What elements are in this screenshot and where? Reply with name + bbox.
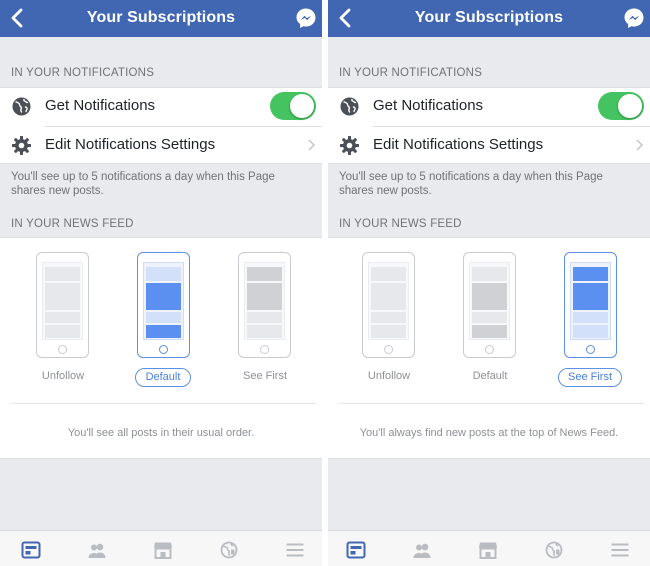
news-feed-description: You'll always find new posts at the top … bbox=[359, 427, 619, 439]
unfollow-label: Unfollow bbox=[41, 370, 85, 382]
bottom-tab-bar bbox=[328, 530, 650, 566]
notifications-globe-icon[interactable] bbox=[219, 541, 239, 559]
news-feed-section-label: IN YOUR NEWS FEED bbox=[339, 218, 462, 230]
nav-bar: Your Subscriptions bbox=[0, 0, 322, 37]
messenger-icon[interactable] bbox=[295, 7, 317, 29]
news-feed-section-label: IN YOUR NEWS FEED bbox=[11, 218, 134, 230]
page-title: Your Subscriptions bbox=[86, 9, 236, 26]
chevron-right-icon bbox=[308, 139, 316, 151]
phone-illustration-selected bbox=[564, 252, 617, 358]
edit-notifications-row[interactable]: Edit Notifications Settings bbox=[340, 126, 650, 164]
phone-illustration bbox=[238, 252, 291, 358]
notifications-group: Get Notifications Edit Notifications Set… bbox=[0, 87, 322, 164]
bottom-tab-bar bbox=[0, 530, 322, 566]
notifications-info-text: You'll see up to 5 notifications a day w… bbox=[11, 171, 275, 197]
get-notifications-label: Get Notifications bbox=[373, 97, 484, 114]
notifications-section-label: IN YOUR NOTIFICATIONS bbox=[11, 67, 155, 79]
see-first-label-selected: See First bbox=[558, 368, 622, 387]
phone-illustration bbox=[36, 252, 89, 358]
menu-icon[interactable] bbox=[610, 541, 630, 559]
phone-illustration bbox=[463, 252, 516, 358]
get-notifications-toggle[interactable] bbox=[598, 92, 644, 120]
friends-icon[interactable] bbox=[87, 541, 107, 559]
toggle-knob bbox=[290, 94, 314, 118]
notifications-globe-icon[interactable] bbox=[544, 541, 564, 559]
subscriptions-screen-left: Your Subscriptions IN YOUR NOTIFICATIONS… bbox=[0, 0, 322, 566]
default-label-selected: Default bbox=[135, 368, 191, 387]
divider bbox=[11, 403, 316, 404]
divider bbox=[339, 403, 644, 404]
globe-icon bbox=[12, 97, 31, 116]
nav-bar: Your Subscriptions bbox=[328, 0, 650, 37]
gear-icon bbox=[340, 136, 359, 155]
default-label: Default bbox=[472, 370, 508, 382]
see-first-label: See First bbox=[242, 370, 287, 382]
news-feed-icon[interactable] bbox=[346, 541, 366, 559]
news-feed-panel: Unfollow Default bbox=[328, 237, 650, 459]
marketplace-icon[interactable] bbox=[478, 541, 498, 559]
get-notifications-row[interactable]: Get Notifications bbox=[0, 88, 322, 126]
friends-icon[interactable] bbox=[412, 541, 432, 559]
get-notifications-toggle[interactable] bbox=[270, 92, 316, 120]
toggle-knob bbox=[618, 94, 642, 118]
notifications-group: Get Notifications Edit Notifications Set… bbox=[328, 87, 650, 164]
edit-notifications-label: Edit Notifications Settings bbox=[45, 136, 216, 153]
edit-notifications-row[interactable]: Edit Notifications Settings bbox=[12, 126, 322, 164]
news-feed-description: You'll see all posts in their usual orde… bbox=[67, 427, 255, 439]
news-feed-panel: Unfollow Default bbox=[0, 237, 322, 459]
get-notifications-row[interactable]: Get Notifications bbox=[328, 88, 650, 126]
news-feed-icon[interactable] bbox=[21, 541, 41, 559]
gear-icon bbox=[12, 136, 31, 155]
globe-icon bbox=[340, 97, 359, 116]
unfollow-label: Unfollow bbox=[367, 370, 411, 382]
marketplace-icon[interactable] bbox=[153, 541, 173, 559]
notifications-info-text: You'll see up to 5 notifications a day w… bbox=[339, 171, 603, 197]
subscriptions-screen-right: Your Subscriptions IN YOUR NOTIFICATIONS… bbox=[328, 0, 650, 566]
messenger-icon[interactable] bbox=[623, 7, 645, 29]
phone-illustration-selected bbox=[137, 252, 190, 358]
phone-illustration bbox=[362, 252, 415, 358]
get-notifications-label: Get Notifications bbox=[45, 97, 156, 114]
notifications-section-label: IN YOUR NOTIFICATIONS bbox=[339, 67, 483, 79]
page-title: Your Subscriptions bbox=[414, 9, 564, 26]
chevron-right-icon bbox=[636, 139, 644, 151]
edit-notifications-label: Edit Notifications Settings bbox=[373, 136, 544, 153]
menu-icon[interactable] bbox=[285, 541, 305, 559]
